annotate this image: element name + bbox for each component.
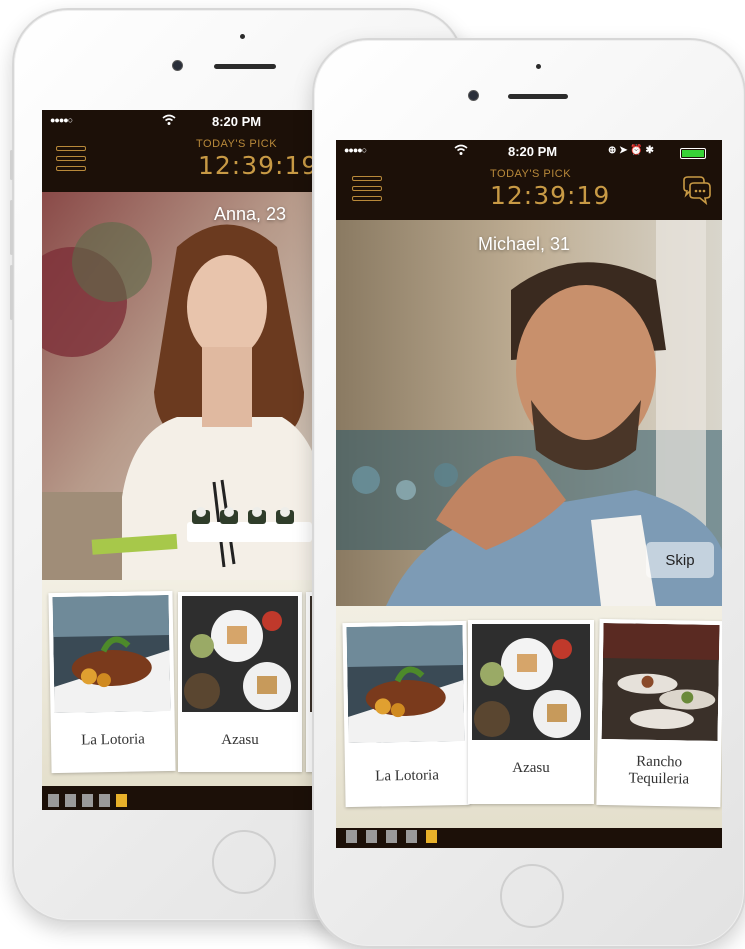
venue-image-azasu — [182, 596, 298, 712]
venue-label-text: Rancho Tequileria — [628, 753, 690, 788]
skip-button[interactable]: Skip — [646, 542, 714, 578]
home-button[interactable] — [500, 864, 564, 928]
page-dot-3[interactable] — [82, 794, 93, 807]
venue-image-azasu — [472, 624, 590, 740]
venue-label: Rancho Tequileria — [597, 753, 722, 789]
volume-down-button — [10, 265, 13, 320]
venue-card-azasu[interactable]: Azasu — [468, 620, 594, 804]
venue-label: La Lotoria — [81, 731, 146, 749]
venue-image-rancho-tequileria — [601, 623, 720, 742]
signal-strength: ●●●●○ — [50, 115, 73, 125]
status-bar: ●●●●○ 8:20 PM ⊕ ➤ ⏰ ✱ — [336, 140, 722, 164]
app-header: TODAY'S PICK 12:39:19 — [42, 134, 324, 182]
earpiece-speaker — [508, 94, 568, 99]
venue-label: La Lotoria — [375, 767, 440, 785]
status-icons: ⊕ ➤ ⏰ ✱ — [608, 145, 654, 156]
screen-front: ●●●●○ 8:20 PM ⊕ ➤ ⏰ ✱ TODAY'S PICK 12:39… — [336, 140, 722, 848]
earpiece-speaker — [214, 64, 276, 69]
status-bar: ●●●●○ 8:20 PM — [42, 110, 324, 134]
front-camera — [172, 60, 183, 71]
page-dot-1[interactable] — [346, 830, 357, 843]
app-header: TODAY'S PICK 12:39:19 — [336, 164, 722, 212]
venue-label: Azasu — [512, 760, 550, 776]
venue-tray: La Lotoria Azasu Rancho Tequileria — [336, 606, 722, 828]
mute-switch — [10, 150, 13, 180]
profile-photo-anna[interactable]: Anna, 23 — [42, 192, 324, 580]
status-time: 8:20 PM — [508, 144, 558, 159]
wifi-icon — [162, 114, 176, 129]
chat-bubbles-icon[interactable] — [680, 176, 712, 210]
todays-pick-label: TODAY'S PICK — [196, 138, 278, 150]
hamburger-menu-icon[interactable] — [352, 176, 382, 202]
page-dot-2[interactable] — [366, 830, 377, 843]
profile-name: Anna, 23 — [214, 204, 287, 224]
profile-photo-michael[interactable]: Michael, 31 Skip — [336, 220, 722, 606]
venue-card-rancho-tequileria[interactable]: Rancho Tequileria — [596, 618, 722, 808]
phone-front: ●●●●○ 8:20 PM ⊕ ➤ ⏰ ✱ TODAY'S PICK 12:39… — [312, 38, 745, 948]
page-indicator — [42, 794, 324, 810]
countdown-timer: 12:39:19 — [198, 151, 319, 180]
signal-strength: ●●●●○ — [344, 145, 367, 155]
venue-card-la-lotoria[interactable]: La Lotoria — [342, 620, 470, 808]
todays-pick-label: TODAY'S PICK — [490, 168, 572, 180]
venue-card-azasu[interactable]: Azasu — [178, 592, 302, 772]
volume-up-button — [10, 200, 13, 255]
home-button[interactable] — [212, 830, 276, 894]
venue-image-la-lotoria — [346, 625, 465, 744]
hamburger-menu-icon[interactable] — [56, 146, 86, 172]
page-dot-4[interactable] — [406, 830, 417, 843]
front-camera — [468, 90, 479, 101]
countdown-timer: 12:39:19 — [490, 181, 611, 210]
proximity-sensor — [240, 34, 245, 39]
venue-image-la-lotoria — [52, 595, 171, 714]
page-dot-5-active[interactable] — [116, 794, 127, 807]
venue-tray: La Lotoria Azasu — [42, 580, 324, 786]
page-dot-5-active[interactable] — [426, 830, 437, 843]
venue-card-la-lotoria[interactable]: La Lotoria — [48, 590, 176, 774]
wifi-icon — [454, 144, 468, 159]
profile-name: Michael, 31 — [478, 234, 571, 254]
proximity-sensor — [536, 64, 541, 69]
status-time: 8:20 PM — [212, 114, 262, 129]
page-dot-4[interactable] — [99, 794, 110, 807]
screen-back: ●●●●○ 8:20 PM TODAY'S PICK 12:39:19 Anna… — [42, 110, 324, 810]
page-dot-3[interactable] — [386, 830, 397, 843]
page-indicator — [336, 830, 722, 848]
battery-icon — [680, 148, 706, 159]
page-dot-1[interactable] — [48, 794, 59, 807]
venue-label: Azasu — [221, 732, 259, 748]
page-dot-2[interactable] — [65, 794, 76, 807]
